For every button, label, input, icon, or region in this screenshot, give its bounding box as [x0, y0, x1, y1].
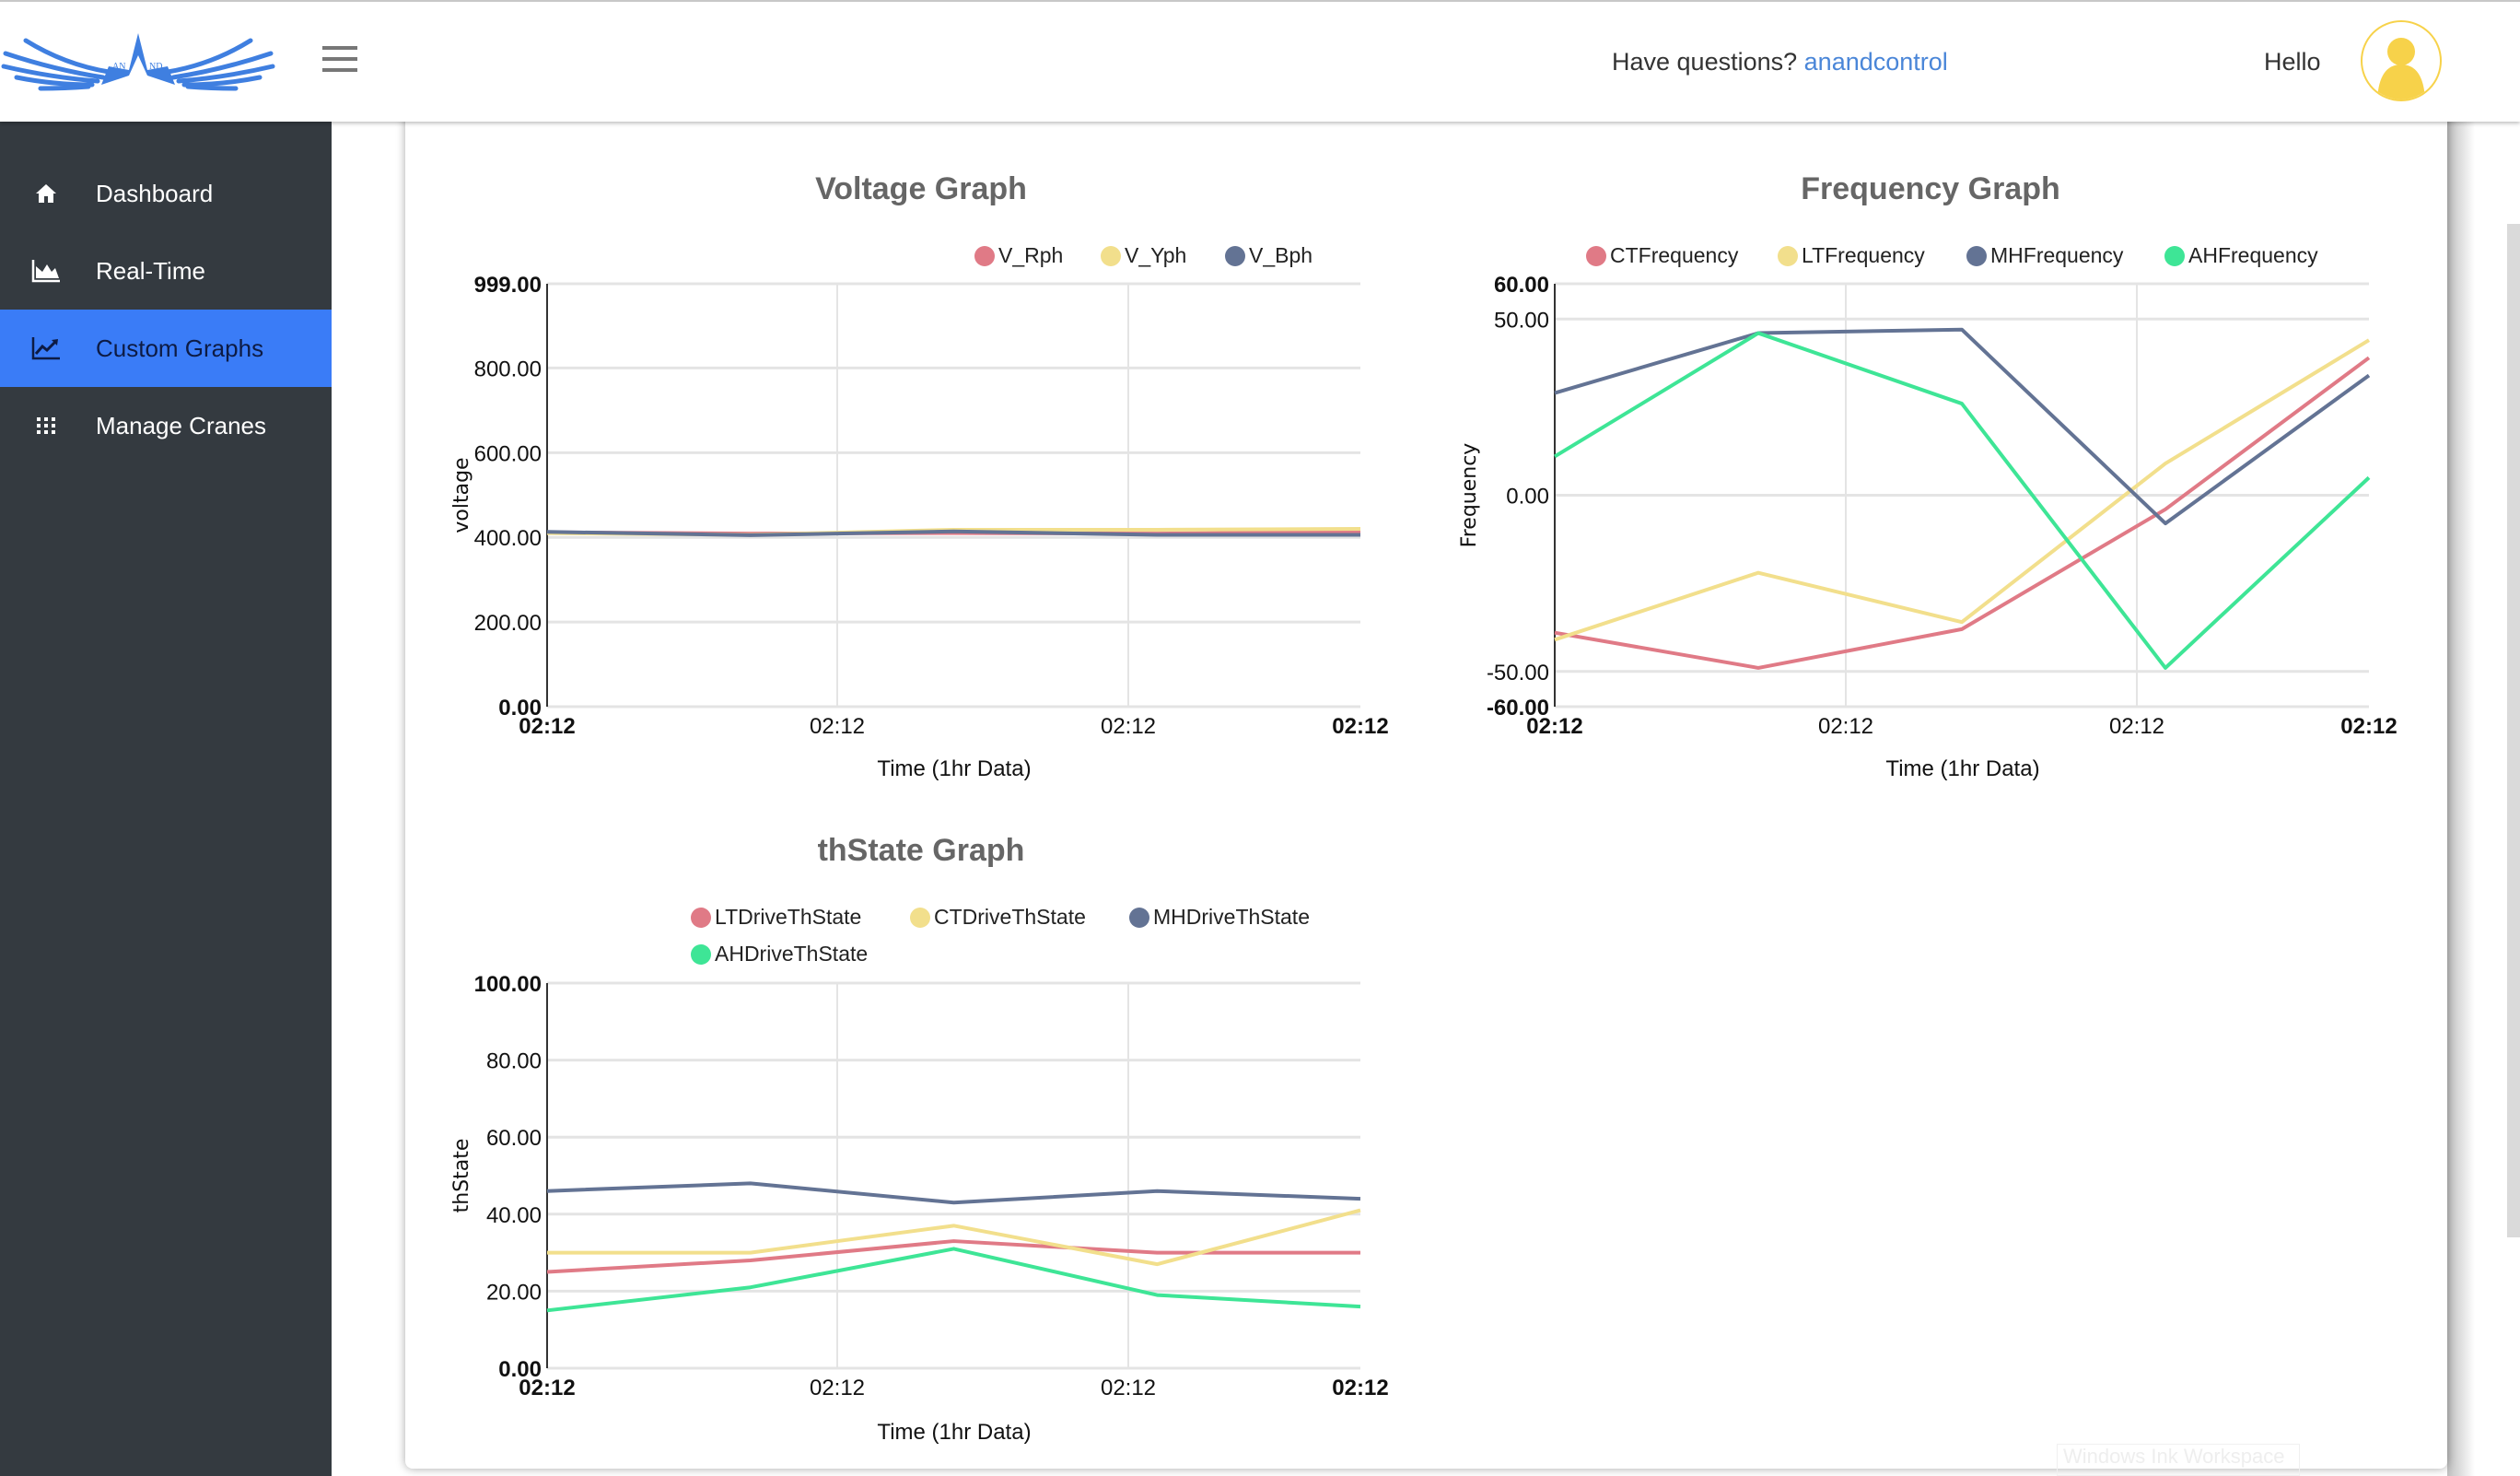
greeting-text: Hello [2264, 48, 2321, 76]
legend-swatch [910, 907, 930, 928]
legend-label: MHFrequency [1990, 243, 2124, 267]
legend-item-ahfrequency[interactable]: AHFrequency [2164, 243, 2318, 268]
legend-item-ctfrequency[interactable]: CTFrequency [1586, 243, 1738, 268]
help-text: Have questions? anandcontrol [1612, 48, 1948, 76]
sidebar-item-custom-graphs[interactable]: Custom Graphs [0, 310, 332, 387]
legend-item-mhfrequency[interactable]: MHFrequency [1966, 243, 2123, 268]
legend-label: AHFrequency [2188, 243, 2318, 267]
legend-item-v-bph[interactable]: V_Bph [1225, 243, 1312, 268]
line-chart-icon [31, 334, 61, 363]
voltage-chart-title: Voltage Graph [815, 171, 1027, 206]
hamburger-bar [322, 68, 357, 72]
legend-label: V_Bph [1249, 243, 1313, 267]
sidebar-item-real-time[interactable]: Real-Time [0, 232, 332, 310]
legend-item-ctdrivethstate[interactable]: CTDriveThState [910, 905, 1086, 930]
support-link[interactable]: anandcontrol [1804, 48, 1948, 76]
legend-swatch [691, 907, 711, 928]
scrollbar-thumb[interactable] [2507, 224, 2520, 1237]
grid-icon [31, 411, 61, 440]
sidebar-item-label: Custom Graphs [96, 334, 264, 362]
logo-text-right: ND [149, 62, 162, 72]
frequency-chart-title: Frequency Graph [1801, 171, 2060, 206]
hamburger-bar [322, 57, 357, 61]
thstate-chart-title: thState Graph [817, 833, 1025, 868]
legend-swatch [1586, 245, 1606, 266]
legend-item-ltdrivethstate[interactable]: LTDriveThState [691, 905, 861, 930]
legend-label: LTDriveThState [715, 905, 862, 929]
home-icon [31, 179, 61, 208]
user-avatar[interactable] [2361, 20, 2442, 101]
legend-item-ahdrivethstate[interactable]: AHDriveThState [691, 942, 868, 966]
windows-ink-watermark: Windows Ink Workspace [2057, 1444, 2300, 1476]
user-icon [2377, 38, 2425, 100]
anand-logo[interactable]: AN ND [0, 28, 276, 98]
legend-swatch [691, 943, 711, 965]
legend-label: AHDriveThState [715, 942, 869, 966]
legend-label: V_Rph [998, 243, 1064, 267]
hamburger-bar [322, 46, 357, 50]
logo-text-left: AN [112, 62, 125, 72]
legend-label: CTFrequency [1610, 243, 1739, 267]
sidebar-item-label: Dashboard [96, 179, 214, 207]
legend-item-ltfrequency[interactable]: LTFrequency [1778, 243, 1925, 268]
legend-item-v-rph[interactable]: V_Rph [974, 243, 1063, 268]
sidebar-item-label: Real-Time [96, 256, 205, 285]
sidebar: Dashboard Real-Time Custom Graphs Manage… [0, 122, 332, 1476]
card-shadow [2447, 122, 2475, 1476]
sidebar-item-dashboard[interactable]: Dashboard [0, 155, 332, 232]
legend-swatch [1225, 245, 1245, 266]
legend-swatch [1966, 245, 1987, 266]
legend-label: MHDriveThState [1153, 905, 1310, 929]
legend-label: LTFrequency [1802, 243, 1925, 267]
legend-swatch [2164, 245, 2185, 266]
legend-swatch [974, 245, 995, 266]
legend-item-mhdrivethstate[interactable]: MHDriveThState [1129, 905, 1310, 930]
legend-swatch [1101, 245, 1121, 266]
graphs-card [405, 111, 2447, 1469]
sidebar-item-label: Manage Cranes [96, 411, 266, 439]
questions-label: Have questions? [1612, 48, 1798, 76]
sidebar-item-manage-cranes[interactable]: Manage Cranes [0, 387, 332, 464]
legend-item-v-yph[interactable]: V_Yph [1101, 243, 1186, 268]
legend-swatch [1778, 245, 1798, 266]
top-header: AN ND Have questions? anandcontrol Hello [0, 0, 2520, 122]
menu-toggle-button[interactable] [322, 46, 357, 72]
legend-label: V_Yph [1125, 243, 1187, 267]
legend-label: CTDriveThState [934, 905, 1086, 929]
area-chart-icon [31, 256, 61, 286]
legend-swatch [1129, 907, 1149, 928]
